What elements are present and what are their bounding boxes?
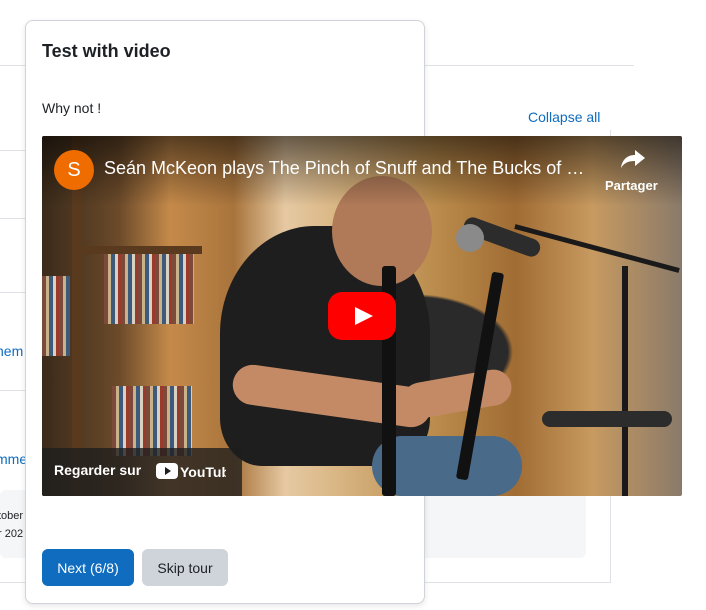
youtube-logo-icon: YouTube: [156, 463, 226, 480]
books: [112, 386, 192, 456]
divider: [0, 292, 26, 293]
activity-link[interactable]: mme: [0, 451, 27, 467]
books: [104, 254, 194, 324]
microphone: [542, 411, 672, 427]
video-title-link[interactable]: Seán McKeon plays The Pinch of Snuff and…: [104, 158, 594, 179]
divider: [0, 390, 26, 391]
watch-on-label: Regarder sur: [54, 462, 142, 478]
next-step-button[interactable]: Next (6/8): [42, 549, 134, 586]
play-icon: [355, 307, 373, 325]
tour-title: Test with video: [42, 41, 171, 61]
play-button[interactable]: [328, 292, 396, 340]
share-icon[interactable]: [620, 148, 646, 170]
tour-body-text: Why not !: [42, 100, 102, 116]
share-label[interactable]: Partager: [605, 178, 658, 193]
activity-date: r 202: [0, 528, 24, 540]
channel-avatar[interactable]: S: [54, 150, 94, 190]
mic-stand: [622, 266, 628, 496]
collapse-all-link[interactable]: Collapse all: [528, 109, 600, 125]
skip-tour-button[interactable]: Skip tour: [142, 549, 228, 586]
divider: [0, 150, 26, 151]
microphone-head: [456, 224, 484, 252]
activity-link[interactable]: nem: [0, 343, 23, 359]
activity-date: tober: [0, 510, 24, 522]
books: [42, 276, 70, 356]
youtube-wordmark: YouTube: [180, 464, 226, 480]
youtube-video-embed[interactable]: S Seán McKeon plays The Pinch of Snuff a…: [42, 136, 682, 496]
divider: [0, 218, 26, 219]
bookshelf: [82, 246, 202, 254]
watch-on-youtube-bar[interactable]: Regarder sur YouTube: [42, 448, 242, 496]
